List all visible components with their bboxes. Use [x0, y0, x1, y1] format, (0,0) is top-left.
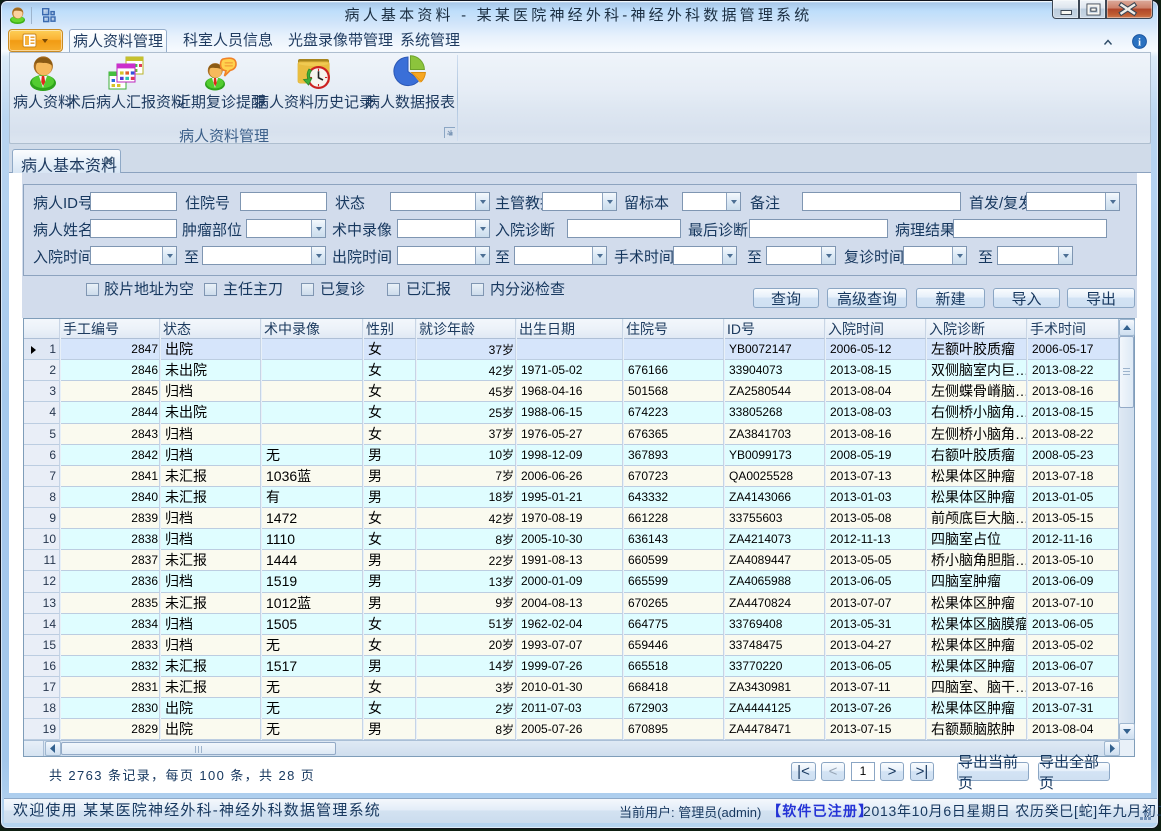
svg-text:i: i — [1138, 37, 1141, 49]
